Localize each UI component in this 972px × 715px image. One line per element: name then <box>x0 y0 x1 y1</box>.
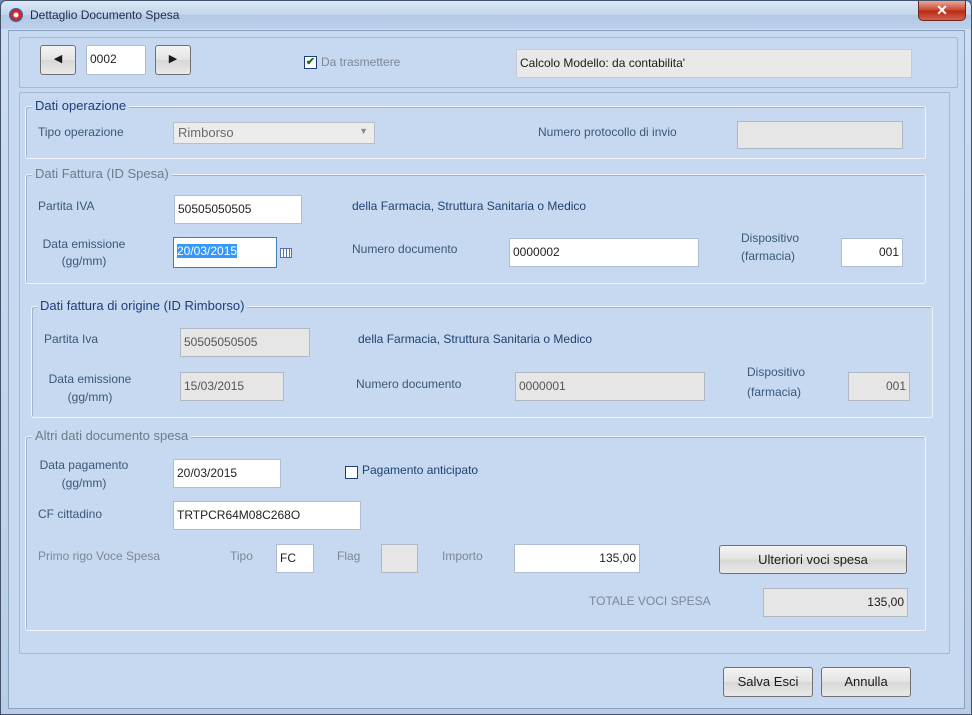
data-pagamento-field[interactable]: 20/03/2015 <box>173 459 281 488</box>
data-emissione-value: 20/03/2015 <box>177 244 238 258</box>
da-trasmettere-label: Da trasmettere <box>321 55 401 69</box>
tipo-operazione-select[interactable]: Rimborso ▼ <box>173 122 375 144</box>
client-area: ◀ 0002 ▶ ✔ Da trasmettere Calcolo Modell… <box>8 30 965 709</box>
pagamento-anticipato-checkbox[interactable] <box>345 466 358 479</box>
tipo-field[interactable]: FC <box>276 544 314 573</box>
tipo-operazione-value: Rimborso <box>178 125 234 140</box>
dati-operazione-legend: Dati operazione <box>32 98 130 113</box>
next-record-button[interactable]: ▶ <box>155 45 191 75</box>
numero-documento-label: Numero documento <box>352 242 458 256</box>
chevron-down-icon: ▼ <box>359 126 368 136</box>
flag-field <box>381 544 418 573</box>
da-trasmettere-checkbox[interactable]: ✔ <box>304 56 317 69</box>
dispositivo-label: Dispositivo <box>741 231 800 245</box>
calcolo-modello-field: Calcolo Modello: da contabilita' <box>516 49 912 78</box>
cf-cittadino-label: CF cittadino <box>38 507 103 521</box>
origine-dispositivo-field: 001 <box>848 372 910 401</box>
tipo-operazione-label: Tipo operazione <box>38 125 124 139</box>
altri-dati-legend: Altri dati documento spesa <box>32 428 192 443</box>
dati-fattura-origine-legend: Dati fattura di origine (ID Rimborso) <box>37 298 248 313</box>
partita-iva-label: Partita IVA <box>38 199 95 213</box>
primo-rigo-label: Primo rigo Voce Spesa <box>38 549 161 563</box>
record-number-field[interactable]: 0002 <box>86 45 146 75</box>
navigation-panel: ◀ 0002 ▶ ✔ Da trasmettere Calcolo Modell… <box>19 37 958 88</box>
data-emissione-label: Data emissione <box>42 237 126 251</box>
flag-label: Flag <box>337 549 361 563</box>
pagamento-anticipato-label: Pagamento anticipato <box>362 463 479 477</box>
origine-partita-iva-field: 50505050505 <box>180 328 310 357</box>
importo-field[interactable]: 135,00 <box>514 544 640 573</box>
close-button[interactable]: ✕ <box>918 1 966 21</box>
data-pagamento-label: Data pagamento <box>39 458 129 472</box>
dati-fattura-group: Dati Fattura (ID Spesa) Partita IVA 5050… <box>25 166 926 284</box>
origine-dispositivo-label: Dispositivo <box>747 365 806 379</box>
dati-fattura-origine-group: Dati fattura di origine (ID Rimborso) Pa… <box>31 298 933 418</box>
data-pagamento-format-label: (gg/mm) <box>61 476 107 490</box>
origine-data-emissione-label: Data emissione <box>48 372 132 386</box>
calendar-icon[interactable] <box>280 248 292 258</box>
window-title: Dettaglio Documento Spesa <box>30 8 180 22</box>
title-bar[interactable]: Dettaglio Documento Spesa ✕ <box>1 1 971 29</box>
salva-esci-button[interactable]: Salva Esci <box>723 667 813 697</box>
partita-iva-field[interactable]: 50505050505 <box>174 195 302 224</box>
tipo-label: Tipo <box>230 549 253 563</box>
protocollo-label: Numero protocollo di invio <box>538 125 677 139</box>
main-panel: Dati operazione Tipo operazione Rimborso… <box>19 92 950 654</box>
dati-operazione-group: Dati operazione Tipo operazione Rimborso… <box>25 98 926 159</box>
dialog-window: Dettaglio Documento Spesa ✕ ◀ 0002 ▶ ✔ D… <box>0 0 972 715</box>
origine-partita-iva-hint: della Farmacia, Struttura Sanitaria o Me… <box>358 332 593 346</box>
partita-iva-hint: della Farmacia, Struttura Sanitaria o Me… <box>352 199 587 213</box>
previous-record-button[interactable]: ◀ <box>40 45 76 75</box>
dispositivo-field[interactable]: 001 <box>841 238 903 267</box>
annulla-button[interactable]: Annulla <box>821 667 911 697</box>
origine-numero-documento-label: Numero documento <box>356 377 462 391</box>
cf-cittadino-field[interactable]: TRTPCR64M08C268O <box>173 501 361 530</box>
origine-numero-documento-field: 0000001 <box>515 372 705 401</box>
ulteriori-voci-button[interactable]: Ulteriori voci spesa <box>719 545 907 574</box>
totale-voci-field: 135,00 <box>763 588 908 617</box>
origine-partita-iva-label: Partita Iva <box>44 332 99 346</box>
origine-data-emissione-format-label: (gg/mm) <box>67 390 113 404</box>
totale-voci-label: TOTALE VOCI SPESA <box>589 594 711 608</box>
numero-documento-field[interactable]: 0000002 <box>509 238 699 267</box>
origine-data-emissione-field: 15/03/2015 <box>180 372 284 401</box>
altri-dati-group: Altri dati documento spesa Data pagament… <box>25 428 926 631</box>
dispositivo-sub-label: (farmacia) <box>741 249 796 263</box>
protocollo-field <box>737 121 903 149</box>
app-icon <box>9 8 23 22</box>
dati-fattura-legend: Dati Fattura (ID Spesa) <box>32 166 172 181</box>
importo-label: Importo <box>442 549 483 563</box>
data-emissione-format-label: (gg/mm) <box>61 254 107 268</box>
origine-dispositivo-sub-label: (farmacia) <box>747 385 802 399</box>
data-emissione-field[interactable]: 20/03/2015 <box>173 237 277 268</box>
